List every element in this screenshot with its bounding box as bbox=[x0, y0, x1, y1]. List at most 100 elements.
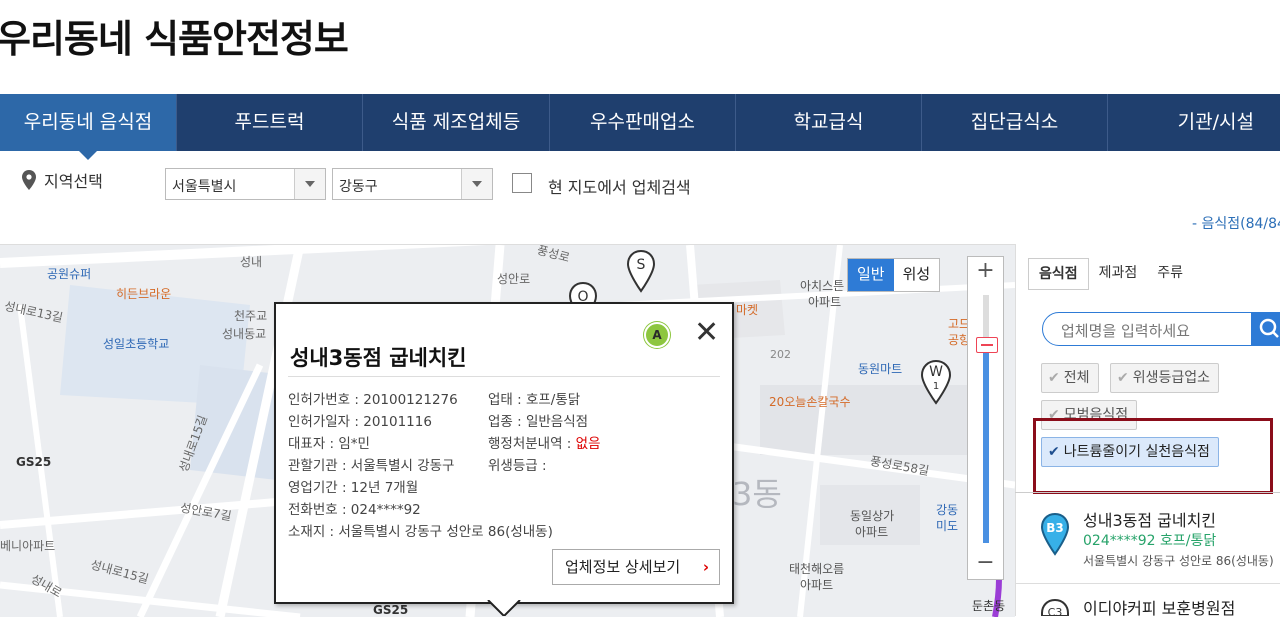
tab-excellent-sellers[interactable]: 우수판매업소 bbox=[550, 94, 736, 151]
permit-number: 인허가번호 : 20100121276 bbox=[288, 392, 458, 408]
tab-restaurants[interactable]: 우리동네 음식점 bbox=[0, 94, 177, 160]
map-search-label: 현 지도에서 업체검색 bbox=[548, 178, 691, 197]
map-type-toggle: 일반 위성 bbox=[847, 258, 941, 292]
map-label: GS25 bbox=[373, 603, 409, 617]
business-period: 영업기간 : 12년 7개월 bbox=[288, 480, 419, 496]
map-label: 아치스튼 bbox=[800, 279, 845, 293]
map-label: 성일초등학교 bbox=[103, 337, 170, 351]
zoom-in-button[interactable]: + bbox=[968, 257, 1003, 285]
map-label: 히든브라운 bbox=[116, 287, 172, 301]
sanction-value: 없음 bbox=[575, 436, 601, 452]
business-type: 업태 : 호프/통닭 bbox=[488, 392, 581, 408]
map-label: 아파트 bbox=[808, 295, 842, 309]
map-label: 베니아파트 bbox=[0, 539, 56, 553]
map-label: 둔촌동 bbox=[972, 599, 1006, 613]
detail-view-button[interactable]: 업체정보 상세보기 › bbox=[552, 549, 720, 585]
marker-label: W bbox=[929, 364, 943, 380]
result-badge: B3 bbox=[1046, 521, 1064, 535]
marker-label: S bbox=[637, 257, 646, 273]
map-label: 아파트 bbox=[800, 578, 834, 592]
tab-school-meals[interactable]: 학교급식 bbox=[736, 94, 922, 151]
map-label: 성내 bbox=[240, 255, 263, 269]
search-icon bbox=[1259, 318, 1279, 338]
divider bbox=[1015, 583, 1280, 584]
sanction-history: 행정처분내역 : 없음 bbox=[488, 432, 601, 452]
search-placeholder: 업체명을 입력하세요 bbox=[1061, 322, 1190, 340]
tab-restaurant[interactable]: 음식점 bbox=[1028, 258, 1089, 290]
map-type-normal-button[interactable]: 일반 bbox=[848, 259, 894, 291]
map-label: GS25 bbox=[16, 455, 52, 469]
divider bbox=[1015, 492, 1280, 493]
page-title: 우리동네 식품안전정보 bbox=[0, 17, 349, 61]
map-label: 미도 bbox=[936, 519, 959, 533]
marker-w1-icon[interactable]: W1 bbox=[920, 359, 952, 405]
tab-group-catering[interactable]: 집단급식소 bbox=[922, 94, 1108, 151]
close-icon[interactable]: ✕ bbox=[694, 318, 719, 348]
marker-s-icon[interactable]: S bbox=[626, 249, 656, 293]
check-icon: ✔ bbox=[1048, 370, 1060, 386]
map-type-satellite-button[interactable]: 위성 bbox=[894, 259, 940, 291]
owner: 대표자 : 임*민 bbox=[288, 436, 370, 452]
map-label: 마켓 bbox=[736, 303, 759, 317]
result-phone-type: 024****92 호프/통닭 bbox=[1083, 533, 1217, 549]
tab-food-manufacturers[interactable]: 식품 제조업체등 bbox=[363, 94, 550, 151]
result-name[interactable]: 이디야커피 보훈병원점 bbox=[1083, 595, 1235, 619]
phone: 전화번호 : 024****92 bbox=[288, 502, 421, 518]
district-select-value: 강동구 bbox=[339, 179, 378, 195]
filter-label: 전체 bbox=[1063, 370, 1090, 386]
zoom-level-fill bbox=[983, 347, 989, 543]
map-label: 강동 bbox=[936, 503, 959, 517]
zoom-control: + − bbox=[967, 256, 1004, 580]
tab-institutions[interactable]: 기관/시설 bbox=[1108, 94, 1280, 151]
main-nav: 우리동네 음식점 푸드트럭 식품 제조업체등 우수판매업소 학교급식 집단급식소… bbox=[0, 94, 1280, 160]
result-marker-icon: C3 bbox=[1041, 598, 1069, 616]
filter-hygiene-grade[interactable]: ✔ 위생등급업소 bbox=[1110, 363, 1220, 393]
map-label: 성안로 bbox=[497, 272, 531, 286]
business-category: 업종 : 일반음식점 bbox=[488, 414, 589, 430]
result-count: - 음식점(84/84 bbox=[1192, 216, 1280, 232]
city-select[interactable]: 서울특별시 bbox=[165, 168, 326, 200]
hygiene-grade: 위생등급 : bbox=[488, 458, 547, 474]
tab-bakery[interactable]: 제과점 bbox=[1089, 258, 1148, 288]
category-tabs: 음식점 제과점 주류 bbox=[1028, 258, 1193, 290]
map-label: 공원슈퍼 bbox=[47, 267, 92, 281]
popup-pointer bbox=[487, 600, 521, 616]
region-select-label: 지역선택 bbox=[22, 168, 103, 192]
result-badge: C3 bbox=[1048, 606, 1063, 616]
zoom-out-button[interactable]: − bbox=[968, 549, 1003, 577]
filter-all[interactable]: ✔ 전체 bbox=[1041, 363, 1099, 393]
agency: 관할기관 : 서울특별시 강동구 bbox=[288, 458, 455, 474]
filter-label: 위생등급업소 bbox=[1132, 370, 1211, 386]
search-button[interactable] bbox=[1251, 312, 1280, 346]
map-label: 성내동교 bbox=[222, 327, 267, 341]
sanction-label: 행정처분내역 : bbox=[488, 436, 576, 452]
result-name[interactable]: 성내3동점 굽네치킨 bbox=[1083, 507, 1216, 531]
highlight-box bbox=[1033, 418, 1273, 494]
chevron-right-icon: › bbox=[702, 558, 709, 576]
business-search-input[interactable]: 업체명을 입력하세요 bbox=[1042, 312, 1280, 346]
tab-food-truck[interactable]: 푸드트럭 bbox=[177, 94, 363, 151]
map-label: 동원마트 bbox=[858, 362, 903, 376]
restaurant-info-popup: A ✕ 성내3동점 굽네치킨 인허가번호 : 20100121276 인허가일자… bbox=[274, 302, 734, 604]
check-icon: ✔ bbox=[1117, 370, 1129, 386]
chevron-down-icon bbox=[461, 169, 492, 199]
district-select[interactable]: 강동구 bbox=[332, 168, 493, 200]
map-label: 태천해오름 bbox=[789, 562, 845, 576]
result-address: 서울특별시 강동구 성안로 86(성내동) bbox=[1083, 554, 1274, 568]
address: 소재지 : 서울특별시 강동구 성안로 86(성내동) bbox=[288, 524, 553, 540]
result-marker-icon: B3 bbox=[1040, 512, 1070, 556]
permit-date: 인허가일자 : 20101116 bbox=[288, 414, 432, 430]
map-search-checkbox[interactable] bbox=[512, 173, 532, 193]
map-label: 천주교 bbox=[234, 309, 268, 323]
divider bbox=[288, 376, 720, 377]
zoom-slider-handle[interactable] bbox=[976, 337, 998, 353]
popup-title: 성내3동점 굽네치킨 bbox=[290, 346, 467, 370]
city-select-value: 서울특별시 bbox=[172, 179, 237, 195]
chevron-down-icon bbox=[294, 169, 325, 199]
map-label: 3동 bbox=[732, 475, 782, 513]
tab-liquor[interactable]: 주류 bbox=[1147, 258, 1193, 288]
marker-label: 1 bbox=[933, 381, 939, 392]
location-pin-icon bbox=[22, 170, 36, 190]
map-label: 20오늘손칼국수 bbox=[769, 395, 851, 409]
map-label: 202 bbox=[770, 348, 791, 361]
